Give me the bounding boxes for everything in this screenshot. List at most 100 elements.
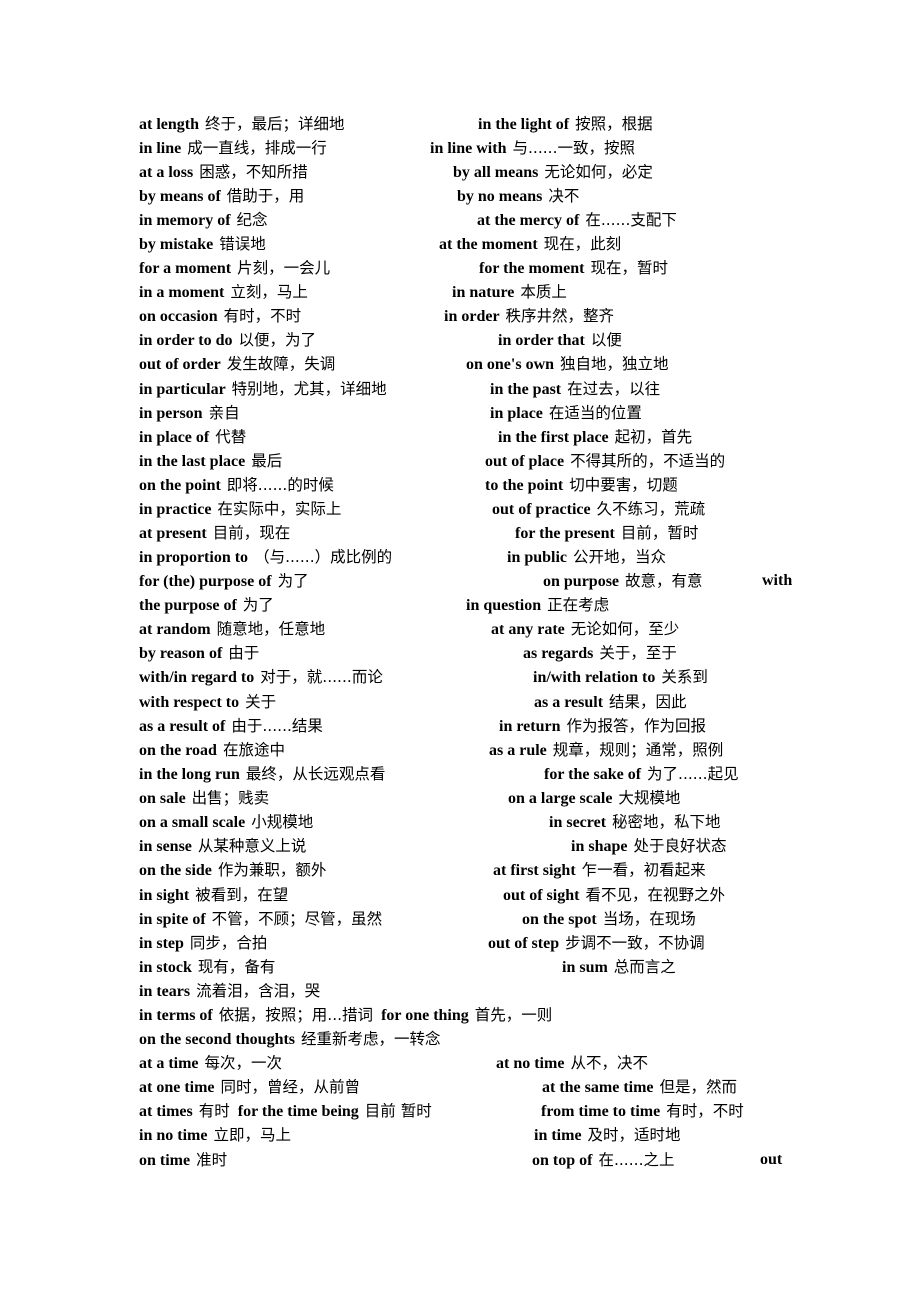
phrase-english: in time [534, 1127, 582, 1144]
phrase-line: in the last place 最后 out of place 不得其所的，不适当… [0, 449, 920, 473]
phrase-english: at no time [496, 1055, 565, 1072]
phrase-english: in person [139, 405, 203, 422]
phrase-line: in stock 现有，备有 in sum 总而言之 [0, 955, 920, 979]
phrase-entry-right: in order that 以便 [498, 328, 622, 353]
phrase-chinese: 规章，规则；通常，照例 [552, 741, 724, 759]
phrase-english: in the last place [139, 453, 246, 470]
phrase-english: in place [490, 405, 543, 422]
phrase-english: at a loss [139, 164, 194, 181]
phrase-english: in sense [139, 838, 192, 855]
phrase-line: out of order 发生故障，失调 on one's own 独自地，独立地 [0, 352, 920, 376]
phrase-entry-left: at times 有时 for the time being 目前 暂时 [139, 1099, 432, 1124]
phrase-line: in place of 代替 in the first place 起初，首先 [0, 425, 920, 449]
phrase-chinese: 现在，此刻 [543, 235, 622, 253]
phrase-entry-right: as a rule 规章，规则；通常，照例 [489, 738, 723, 763]
phrase-line: the purpose of 为了 in question 正在考虑 [0, 593, 920, 617]
phrase-chinese: 有时，不时 [666, 1102, 744, 1120]
phrase-chinese: 久不练习，荒疏 [596, 500, 706, 518]
phrase-entry-left: in tears 流着泪，含泪，哭 [139, 979, 320, 1004]
phrase-entry-right: in shape 处于良好状态 [571, 834, 726, 859]
phrase-line: in spite of 不管，不顾；尽管，虽然 on the spot 当场，在现场 [0, 907, 920, 931]
phrase-chinese: 大规模地 [618, 789, 681, 807]
phrase-chinese: 在......之上 [598, 1151, 675, 1169]
phrase-chinese: 有时，不时 [223, 307, 302, 325]
phrase-entry-left: on the second thoughts 经重新考虑，一转念 [139, 1027, 441, 1052]
phrase-line: in particular 特别地，尤其，详细地 in the past 在过去，以往 [0, 377, 920, 401]
phrase-entry-left: by means of 借助于，用 [139, 184, 304, 209]
phrase-chinese: 困惑，不知所措 [199, 163, 308, 181]
phrase-line: on sale 出售；贱卖 on a large scale 大规模地 [0, 786, 920, 810]
phrase-entry-right: by all means 无论如何，必定 [453, 160, 653, 185]
phrase-english: in line with [430, 140, 507, 157]
phrase-english: in question [466, 597, 542, 614]
phrase-entry-left: for a moment 片刻，一会儿 [139, 256, 330, 281]
phrase-english: out of order [139, 356, 221, 373]
phrase-entry-left: on sale 出售；贱卖 [139, 786, 269, 811]
phrase-english: on one's own [466, 356, 555, 373]
phrase-english: at times [139, 1103, 193, 1120]
phrase-chinese: 目前，暂时 [620, 524, 699, 542]
phrase-chinese: 立即，马上 [213, 1126, 291, 1144]
phrase-chinese: 步调不一致，不协调 [565, 934, 705, 952]
phrase-entry-left: in particular 特别地，尤其，详细地 [139, 377, 387, 402]
phrase-chinese: 随意地，任意地 [216, 620, 326, 638]
phrase-chinese: 总而言之 [613, 958, 676, 976]
phrase-entry-left: at one time 同时，曾经，从前曾 [139, 1075, 360, 1100]
phrase-chinese: 目前，现在 [212, 524, 291, 542]
phrase-entry-right: on the spot 当场，在现场 [522, 907, 696, 932]
phrase-line: at one time 同时，曾经，从前曾 at the same time 但是，然… [0, 1075, 920, 1099]
phrase-english: in sum [562, 959, 608, 976]
phrase-line: for a moment 片刻，一会儿 for the moment 现在，暂时 [0, 256, 920, 280]
phrase-entry-right: at the moment 现在，此刻 [439, 232, 621, 257]
phrase-entry-inline: for the time being 目前 暂时 [238, 1102, 432, 1120]
phrase-english: on time [139, 1152, 191, 1169]
phrase-entry-right: on one's own 独自地，独立地 [466, 352, 669, 377]
phrase-line: in line 成一直线，排成一行 in line with 与......一致，按照 [0, 136, 920, 160]
phrase-line: by mistake 错误地 at the moment 现在，此刻 [0, 232, 920, 256]
phrase-entry-left: at random 随意地，任意地 [139, 617, 325, 642]
phrase-line: on the side 作为兼职，额外 at first sight 乍一看，初看起来 [0, 858, 920, 882]
phrase-chinese: 最终，从长远观点看 [245, 765, 386, 783]
phrase-line: in memory of 纪念 at the mercy of 在......支配下 [0, 208, 920, 232]
phrase-chinese: 出售；贱卖 [191, 789, 270, 807]
phrase-entry-right: in place 在适当的位置 [490, 401, 642, 426]
phrase-entry-right: in time 及时，适时地 [534, 1123, 681, 1148]
phrase-line: by means of 借助于，用 by no means 决不 [0, 184, 920, 208]
phrase-english: on occasion [139, 308, 218, 325]
phrase-chinese: 处于良好状态 [633, 837, 727, 855]
phrase-line: at length 终于，最后；详细地 in the light of 按照，根据 [0, 112, 920, 136]
phrase-english: in the first place [498, 429, 609, 446]
phrase-entry-left: on the road 在旅途中 [139, 738, 285, 763]
phrase-english: in return [499, 718, 561, 735]
phrase-english: in no time [139, 1127, 208, 1144]
phrase-entry-right: at first sight 乍一看，初看起来 [493, 858, 706, 883]
phrase-entry-right: on top of 在......之上 [532, 1148, 675, 1173]
phrase-english: in tears [139, 983, 191, 1000]
phrase-english: on the side [139, 862, 212, 879]
phrase-chinese: 关于 [245, 693, 277, 711]
phrase-english: for (the) purpose of [139, 573, 272, 590]
phrase-chinese: 关系到 [661, 668, 708, 686]
phrase-entry-left: in a moment 立刻，马上 [139, 280, 308, 305]
phrase-chinese: 在旅途中 [222, 741, 285, 759]
phrase-english: at length [139, 116, 199, 133]
phrase-entry-left: in practice 在实际中，实际上 [139, 497, 341, 522]
phrase-english: as a result [534, 694, 604, 711]
phrase-chinese: 为了 [242, 596, 274, 614]
phrase-english: in secret [549, 814, 607, 831]
phrase-english: in a moment [139, 284, 225, 301]
phrase-entry-left: in sense 从某种意义上说 [139, 834, 306, 859]
phrase-chinese: 为了 [277, 572, 309, 590]
phrase-chinese: 经重新考虑，一转念 [301, 1030, 441, 1048]
phrase-chinese: 准时 [196, 1151, 228, 1169]
phrase-english: at any rate [491, 621, 565, 638]
phrase-english: for the present [515, 525, 615, 542]
phrase-english: by mistake [139, 236, 214, 253]
phrase-english: in line [139, 140, 182, 157]
phrase-chinese: 特别地，尤其，详细地 [231, 380, 387, 398]
phrase-english: in the past [490, 381, 562, 398]
phrase-line: at a loss 困惑，不知所措 by all means 无论如何，必定 [0, 160, 920, 184]
phrase-chinese: 同步，合拍 [189, 934, 268, 952]
phrase-entry-left: on a small scale 小规模地 [139, 810, 313, 835]
phrase-english: at random [139, 621, 211, 638]
